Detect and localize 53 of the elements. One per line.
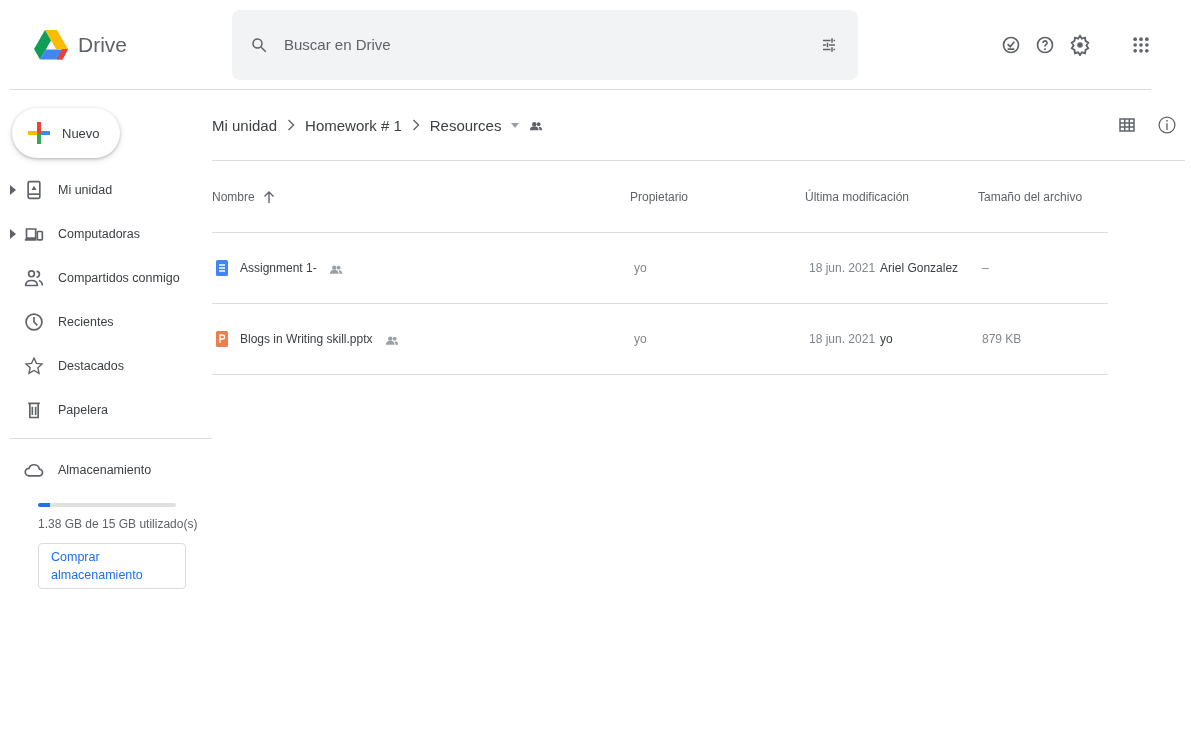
column-header[interactable]: Última modificación [805, 189, 910, 204]
breadcrumb-item[interactable]: Homework # 1 [305, 116, 402, 134]
file-row[interactable]: Blogs in Writing skill.pptx yo 18 jun. 2021 yo 879 KB [212, 304, 1108, 375]
sidebar-item[interactable]: Mi unidad [10, 168, 212, 212]
file-name: Assignment 1- [240, 261, 317, 275]
sidebar-item[interactable]: Destacados [10, 344, 212, 388]
clock-icon [24, 312, 44, 332]
file-row[interactable]: Assignment 1- yo 18 jun. 2021 Ariel Gonzalez – [212, 233, 1108, 304]
modified-by: Ariel Gonzalez [880, 261, 959, 275]
storage-usage: 1.38 GB de 15 GB utilizado(s) [38, 517, 199, 531]
storage-item[interactable]: Almacenamiento [10, 449, 212, 491]
sidebar-item[interactable]: Computadoras [10, 212, 212, 256]
people-icon [24, 268, 44, 288]
search-field[interactable]: Buscar en Drive [282, 35, 806, 54]
sidebar-item[interactable]: Compartidos conmigo [10, 256, 212, 300]
modified-date: 18 jun. 2021 [809, 332, 876, 346]
column-header[interactable]: Propietario [630, 189, 689, 204]
breadcrumb-item[interactable]: Mi unidad [212, 116, 278, 134]
docs-file-icon [216, 260, 228, 276]
check-circle-icon[interactable] [1001, 34, 1021, 55]
drive-icon [24, 180, 44, 200]
filter-options-icon[interactable] [820, 35, 838, 54]
modified-date: 18 jun. 2021 [809, 261, 876, 275]
owner-cell: yo [634, 261, 647, 275]
new-button[interactable]: Nuevo [12, 108, 120, 158]
column-header[interactable]: Tamaño del archivo [978, 189, 1083, 204]
breadcrumb-item[interactable]: Resources [429, 116, 502, 134]
settings-icon[interactable] [1069, 33, 1091, 56]
column-header[interactable]: Nombre [212, 189, 255, 204]
search-icon[interactable] [250, 35, 268, 54]
sort-arrow-icon[interactable] [262, 190, 275, 203]
plus-icon [26, 120, 52, 146]
file-size: 879 KB [982, 332, 1022, 346]
slides-file-icon [216, 331, 228, 347]
modified-by: yo [880, 332, 893, 346]
owner-cell: yo [634, 332, 647, 346]
chevron-right-icon [411, 119, 420, 131]
sidebar-item[interactable]: Recientes [10, 300, 212, 344]
buy-storage-button[interactable]: Comprar almacenamiento [38, 543, 186, 589]
dropdown-arrow-icon[interactable] [511, 122, 520, 128]
sidebar-item[interactable]: Papelera [10, 388, 212, 432]
expand-caret-icon[interactable] [10, 229, 16, 239]
expand-caret-icon[interactable] [10, 185, 16, 195]
grid-view-icon[interactable] [1119, 117, 1135, 133]
info-icon[interactable] [1157, 115, 1177, 135]
help-icon[interactable] [1035, 34, 1055, 55]
file-name: Blogs in Writing skill.pptx [240, 332, 373, 346]
chevron-right-icon [287, 119, 296, 131]
drive-logo-icon [34, 29, 68, 60]
app-name: Drive [78, 32, 127, 57]
file-size: – [982, 261, 989, 275]
apps-grid-icon[interactable] [1131, 34, 1151, 55]
star-icon [24, 356, 44, 376]
